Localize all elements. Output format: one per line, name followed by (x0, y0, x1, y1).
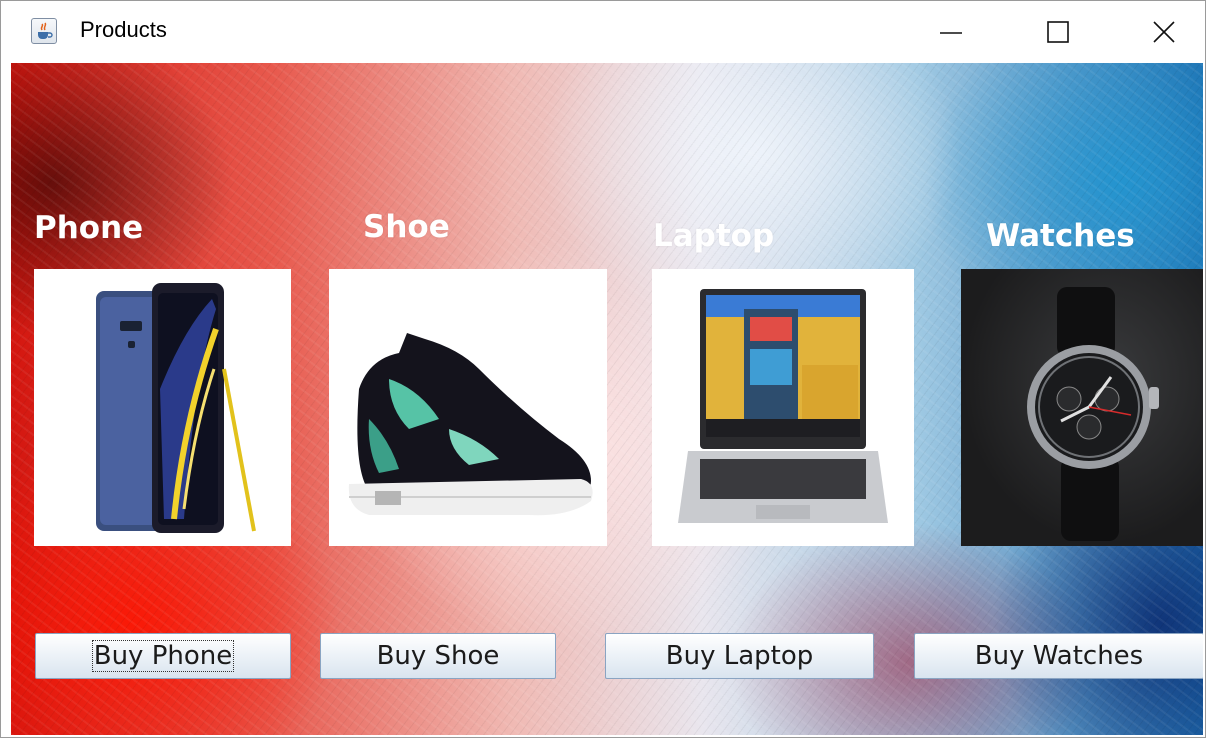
shoe-image (329, 269, 607, 546)
buy-shoe-button[interactable]: Buy Shoe (320, 633, 556, 679)
products-panel: Phone Shoe Laptop Watches Buy Phone Buy … (11, 63, 1203, 735)
close-button[interactable] (1128, 1, 1200, 63)
buy-watches-button[interactable]: Buy Watches (914, 633, 1203, 679)
watch-image (961, 269, 1203, 546)
buy-laptop-button[interactable]: Buy Laptop (605, 633, 874, 679)
window-title: Products (80, 17, 167, 42)
minimize-button[interactable] (915, 1, 987, 63)
minimize-icon (940, 32, 962, 34)
buy-phone-button[interactable]: Buy Phone (35, 633, 291, 679)
title-bar[interactable]: Products (1, 1, 1205, 63)
watches-label: Watches (986, 218, 1135, 254)
buy-phone-label: Buy Phone (91, 640, 235, 672)
phone-image (34, 269, 291, 546)
laptop-label: Laptop (653, 218, 775, 254)
laptop-image (652, 269, 914, 546)
products-window: Products Phone Shoe Laptop Watches Buy P… (0, 0, 1206, 738)
phone-label: Phone (34, 210, 144, 246)
java-cup-icon[interactable] (31, 18, 57, 44)
close-icon (1153, 21, 1175, 43)
maximize-button[interactable] (1022, 1, 1094, 63)
shoe-label: Shoe (363, 209, 450, 245)
maximize-icon (1047, 21, 1069, 43)
